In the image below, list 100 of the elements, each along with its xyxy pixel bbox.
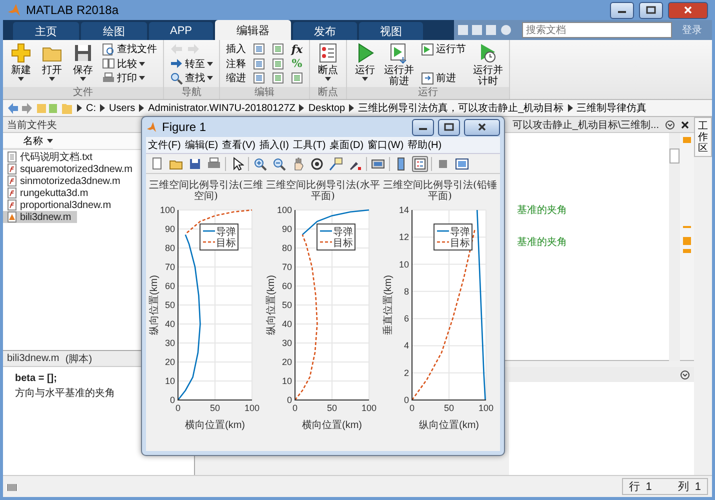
ribbon-tab[interactable]: 主页: [13, 22, 79, 40]
dock-button[interactable]: [454, 156, 470, 172]
rotate-button[interactable]: [309, 156, 325, 172]
legend-line: [203, 230, 215, 232]
tick-label: 70: [164, 262, 175, 272]
group-label: 导航: [164, 87, 219, 99]
symbol-button[interactable]: fx: [289, 41, 305, 57]
ribbon-button[interactable]: 运行并前进: [382, 42, 416, 87]
tick-label: 50: [282, 300, 292, 310]
ribbon-tab[interactable]: 绘图: [81, 22, 147, 40]
tick-label: 50: [444, 403, 454, 413]
ribbon-button[interactable]: 打印: [100, 71, 159, 85]
function-file-icon: [6, 199, 18, 211]
ribbon-button[interactable]: 打开: [38, 42, 66, 87]
ribbon-button[interactable]: 运行并计时: [471, 42, 505, 87]
legend-line: [320, 230, 332, 232]
ribbon-button[interactable]: 保存: [69, 42, 97, 87]
compare-icon: [102, 57, 115, 70]
arrows-icon: [170, 42, 200, 56]
dropdown-icon: [680, 370, 690, 380]
file-item[interactable]: bili3dnew.m: [3, 211, 78, 223]
path-crumb[interactable]: C:: [77, 102, 96, 114]
chevron-icon: [299, 104, 304, 112]
tick-label: 0: [170, 395, 175, 405]
minimize-button[interactable]: [412, 118, 434, 136]
ribbon-button[interactable]: 查找: [168, 71, 215, 85]
legend-button[interactable]: [412, 156, 428, 172]
ribbon-button[interactable]: 插入: [224, 42, 248, 56]
tick-label: 50: [327, 403, 337, 413]
close-icon: [683, 6, 693, 14]
tick-label: 0: [286, 395, 292, 405]
close-button[interactable]: [668, 2, 708, 18]
legend-line: [320, 241, 332, 243]
ribbon-button[interactable]: 新建: [7, 42, 35, 87]
new-file-icon: [150, 156, 164, 170]
ribbon-tab[interactable]: 视图: [359, 22, 423, 40]
file-item[interactable]: proportional3dnew.m: [3, 199, 117, 211]
side-tab[interactable]: 工作区: [694, 117, 712, 157]
ribbon-tab[interactable]: 编辑器: [215, 20, 291, 40]
file-item[interactable]: squaremotorized3dnew.m: [3, 163, 138, 175]
ribbon-tab[interactable]: APP: [149, 22, 213, 40]
tick-label: 0: [292, 403, 298, 413]
editor-tab[interactable]: 可以攻击静止_机动目标\三维制...: [512, 118, 659, 132]
maximize-button[interactable]: [639, 2, 663, 18]
path-crumb[interactable]: Administrator.WIN7U-20180127Z: [139, 102, 296, 114]
maximize-button[interactable]: [438, 118, 460, 136]
menu-item[interactable]: 帮助(H): [406, 136, 444, 154]
legend-line: [203, 241, 215, 243]
tick-label: 40: [282, 319, 292, 329]
zoom-in-button[interactable]: [252, 156, 268, 172]
code-comment: 基准的夹角: [517, 236, 568, 249]
ribbon-button[interactable]: 断点: [314, 42, 342, 87]
path-crumb[interactable]: Desktop: [299, 102, 346, 114]
zoom-out-button[interactable]: [271, 156, 287, 172]
chevron-icon: [77, 104, 82, 112]
menu-item[interactable]: 编辑(E): [182, 136, 220, 154]
axis-label: 横向位置(km): [185, 420, 245, 431]
legend-icon: [413, 156, 427, 170]
menu-item[interactable]: 查看(V): [220, 136, 258, 154]
rotate-icon: [310, 156, 324, 170]
ribbon-button[interactable]: 比较: [100, 56, 159, 70]
ribbon-button[interactable]: 转至: [168, 56, 215, 70]
legend-line: [437, 241, 449, 243]
ribbon-button[interactable]: 运行: [351, 42, 379, 87]
search-field[interactable]: 搜索文档: [522, 22, 672, 38]
data-cursor-button[interactable]: [328, 156, 344, 172]
chevron-icon: [349, 104, 354, 112]
tick-label: 20: [164, 357, 175, 367]
path-crumb[interactable]: 三维比例导引法仿真，可以攻击静止_机动目标: [349, 101, 564, 115]
save-icon: [188, 156, 202, 170]
column-header[interactable]: 名称: [3, 133, 53, 149]
menu-item[interactable]: 窗口(W): [366, 136, 406, 154]
menu-item[interactable]: 桌面(D): [328, 136, 366, 154]
print-icon: [207, 156, 221, 170]
path-crumb[interactable]: Users: [100, 102, 136, 114]
tick-label: 100: [276, 205, 292, 215]
menu-item[interactable]: 插入(I): [257, 136, 291, 154]
ribbon-button[interactable]: 注释: [224, 56, 248, 70]
plus-icon: [10, 42, 32, 64]
file-item[interactable]: sinmotorizeda3dnew.m: [3, 175, 126, 187]
tick-label: 30: [164, 338, 175, 348]
ribbon-button[interactable]: 前进: [419, 71, 468, 85]
close-button[interactable]: [464, 118, 500, 136]
path-crumb[interactable]: 三维制导律仿真: [568, 101, 647, 115]
file-item[interactable]: rungekutta3d.m: [3, 187, 94, 199]
file-item[interactable]: 代码说明文档.txt: [3, 151, 98, 163]
column-value: 1: [694, 480, 701, 492]
legend-box: [434, 224, 472, 250]
tick-label: 2: [404, 368, 409, 378]
axis-label: 横向位置(km): [302, 420, 362, 431]
find-file-icon: [102, 42, 115, 56]
ribbon-button[interactable]: 运行节: [419, 42, 468, 56]
close-icon: [477, 123, 487, 131]
menu-item[interactable]: 文件(F): [146, 136, 183, 154]
ribbon-button[interactable]: 查找文件: [100, 42, 159, 56]
minimize-button[interactable]: [610, 2, 634, 18]
search-icon: [170, 72, 183, 84]
ribbon-tab[interactable]: 发布: [293, 22, 357, 40]
ribbon-button[interactable]: 缩进: [224, 71, 248, 85]
menu-item[interactable]: 工具(T): [290, 136, 328, 154]
